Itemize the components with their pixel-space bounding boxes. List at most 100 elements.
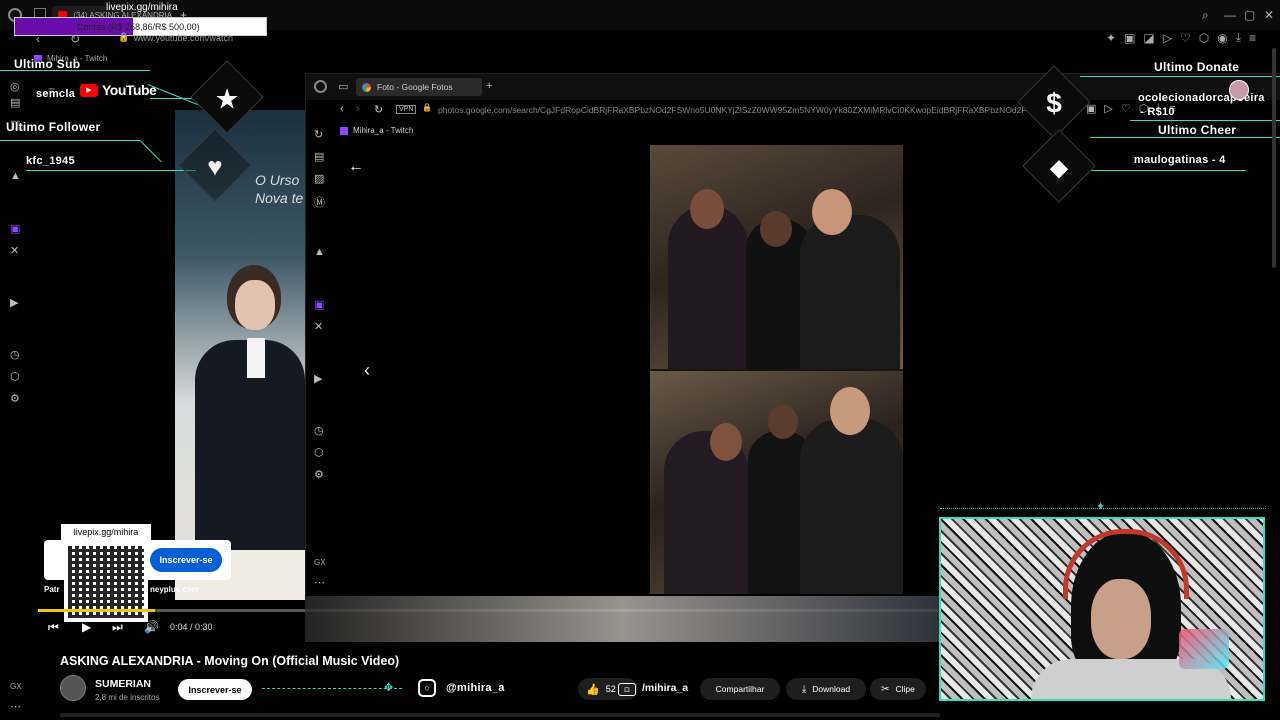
photo-image[interactable]: [650, 145, 903, 594]
next-icon[interactable]: ⏭: [112, 620, 123, 635]
download-label: Download: [812, 684, 851, 694]
last-cheer-label: Ultimo Cheer: [1158, 123, 1237, 137]
inner-bookmark[interactable]: Mihira_a - Twitch: [340, 126, 413, 135]
screenshot-icon[interactable]: ▣: [1124, 30, 1135, 45]
inner-sidebar-gx-label[interactable]: GX: [314, 558, 326, 567]
previous-icon[interactable]: ⏮: [48, 620, 59, 635]
extensions-icon[interactable]: ⬡: [1199, 30, 1209, 45]
minimize-icon[interactable]: —: [1224, 8, 1236, 22]
donor-avatar: [1229, 80, 1249, 100]
sidebar-aria-icon[interactable]: ▲: [10, 170, 21, 182]
photo-top-face-1: [690, 189, 724, 229]
sidebar-wallet-icon[interactable]: ▤: [10, 96, 20, 109]
inner-play-icon[interactable]: ▷: [1104, 102, 1112, 115]
menu-icon[interactable]: ≡: [1249, 30, 1256, 45]
inner-sidebar-x-icon[interactable]: ✕: [314, 320, 323, 333]
qr-pattern: [68, 546, 144, 618]
instagram-handle: @mihira_a: [446, 682, 505, 694]
inner-sidebar-twitch-icon[interactable]: ▣: [314, 298, 324, 311]
bottom-scroll-bar[interactable]: [60, 713, 940, 717]
sidebar-gx-label[interactable]: GX: [10, 682, 22, 691]
sidebar-more-icon[interactable]: ⋯: [10, 700, 21, 713]
inner-logo-icon[interactable]: [314, 80, 327, 93]
search-icon[interactable]: ⌕: [1202, 8, 1209, 23]
inner-sidebar-player-icon[interactable]: ↻: [314, 128, 323, 141]
inner-back-icon[interactable]: ‹: [340, 103, 344, 115]
reload-icon[interactable]: ↻: [70, 32, 80, 46]
inner-lock-icon: 🔒: [422, 103, 432, 112]
inner-sidebar-wallet-icon[interactable]: ▤: [314, 150, 324, 163]
inner-tab[interactable]: Foto - Google Fotos: [356, 78, 482, 96]
inner-sidebar-m-icon[interactable]: Ⓜ: [314, 194, 325, 210]
last-donate-amount: - R$10: [1140, 106, 1175, 118]
sidebar-settings-icon[interactable]: ⚙: [10, 392, 20, 405]
inner-sidebar-history-icon[interactable]: ◷: [314, 424, 324, 437]
profile-icon[interactable]: ◉: [1217, 30, 1227, 45]
sidebar-history-icon[interactable]: ◷: [10, 348, 20, 361]
video-overlay-text-1: O Urso: [255, 172, 300, 188]
sidebar-twitch-icon[interactable]: ▣: [10, 222, 20, 235]
back-icon[interactable]: ‹: [36, 32, 40, 46]
channel-name[interactable]: SUMERIAN: [95, 678, 151, 690]
video-strip: [305, 596, 940, 642]
outer-address[interactable]: www.youtube.com/watch: [134, 33, 233, 43]
channel-avatar[interactable]: [60, 675, 86, 701]
inner-address[interactable]: photos.google.com/search/CgJFdRopCidBRjF…: [438, 105, 1058, 115]
maximize-icon[interactable]: ▢: [1244, 8, 1255, 22]
outer-scrollbar[interactable]: [1272, 48, 1276, 268]
vpn-badge[interactable]: VPN: [396, 105, 417, 114]
overlay-line-follower-bottom: [26, 170, 196, 171]
inner-reload-icon[interactable]: ↻: [374, 103, 383, 116]
last-sub-name: semcla: [36, 88, 76, 100]
play-icon[interactable]: ▷: [1163, 30, 1172, 45]
inner-forward-icon[interactable]: ›: [356, 103, 360, 115]
heart-icon[interactable]: ♡: [1180, 30, 1191, 45]
share-label: Compartilhar: [715, 684, 765, 694]
download-icon[interactable]: ⤓: [1236, 30, 1241, 45]
sponsor-subscribe-button[interactable]: Inscrever-se: [150, 548, 222, 572]
photo-bottom-face-1: [710, 423, 742, 461]
inner-sidebar-more-icon[interactable]: ⋯: [314, 576, 325, 589]
subscribe-button[interactable]: Inscrever-se: [178, 679, 252, 700]
sidebar-x-icon[interactable]: ✕: [10, 244, 19, 257]
inner-sidebar-settings-icon[interactable]: ⚙: [314, 468, 324, 481]
photo-bottom-face-2: [768, 405, 798, 439]
sidebar-extensions-icon[interactable]: ⬡: [10, 370, 20, 383]
inner-sidebar-extensions-icon[interactable]: ⬡: [314, 446, 324, 459]
inner-tab-title: Foto - Google Fotos: [377, 82, 453, 92]
thumbs-up-icon: 👍: [586, 683, 600, 696]
inner-sidebar-aria-icon[interactable]: ▲: [314, 246, 325, 258]
video-title: ASKING ALEXANDRIA - Moving On (Official …: [60, 654, 400, 668]
close-icon[interactable]: ✕: [1264, 8, 1274, 22]
inner-new-tab-icon[interactable]: +: [486, 80, 492, 92]
inner-heart-icon[interactable]: ♡: [1121, 102, 1131, 115]
livepix-qr-label: livepix.gg/mihira: [61, 524, 151, 540]
clip-button[interactable]: ✂ Clipe: [870, 678, 926, 700]
clip-label: Clipe: [895, 684, 915, 694]
last-follower-name: kfc_1945: [26, 155, 75, 167]
inner-sidebar-play-icon[interactable]: ▶: [314, 372, 322, 385]
youtube-logo[interactable]: ▶ YouTube: [80, 82, 157, 98]
volume-icon[interactable]: 🔊: [144, 620, 159, 634]
download-button[interactable]: ⤓ Download: [786, 678, 866, 700]
inner-sidebar: ↻ ▤ ▨ Ⓜ ▲ ▣ ✕ ▶ ◷ ⬡ ⚙ GX ⋯: [306, 120, 334, 596]
photo-prev-chevron-icon[interactable]: ‹: [364, 360, 370, 381]
webcam-frame: [939, 517, 1265, 701]
diamond-icon: ◆: [1049, 153, 1069, 181]
pin-icon[interactable]: ✦: [1106, 30, 1116, 45]
sponsor-brand-right[interactable]: neyplus.com: [150, 585, 199, 594]
inner-tabs-icon[interactable]: ▭: [338, 80, 348, 93]
share-button[interactable]: Compartilhar: [700, 678, 780, 700]
outer-address-row: ‹ ↻ 🔒 www.youtube.com/watch ✦ ▣ ◪ ▷ ♡ ⬡ …: [0, 30, 1280, 48]
video-person-face: [235, 280, 275, 330]
inner-bookmark-label: Mihira_a - Twitch: [353, 126, 414, 135]
play-pause-icon[interactable]: ▶: [82, 620, 91, 634]
sidebar-player-circle-icon[interactable]: ▶: [10, 296, 18, 309]
inner-sidebar-news-icon[interactable]: ▨: [314, 172, 324, 185]
photo-bottom: [650, 371, 903, 594]
sidebar-player-icon[interactable]: ◎: [10, 80, 20, 93]
twitch-icon: ⊡: [618, 683, 636, 696]
snapshot-icon[interactable]: ◪: [1143, 30, 1154, 45]
overlay-line-donate: [1080, 76, 1280, 77]
photo-back-arrow-icon[interactable]: ←: [348, 158, 364, 176]
